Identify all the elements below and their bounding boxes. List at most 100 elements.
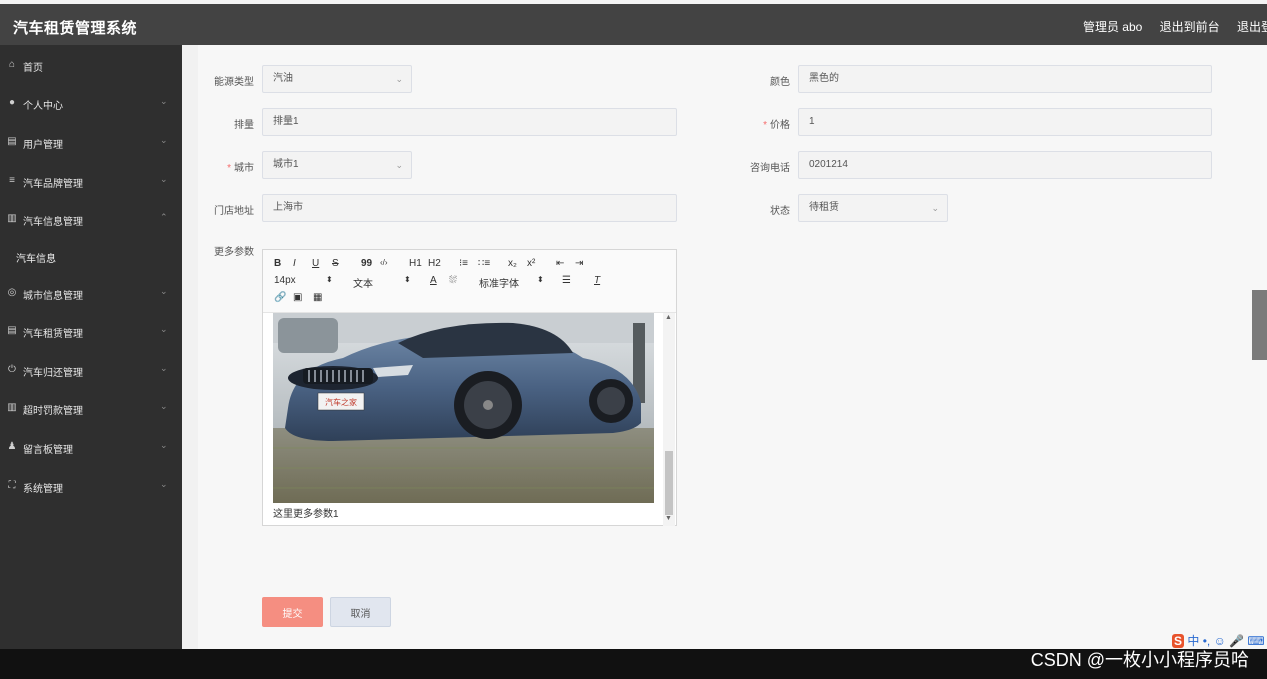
chevron-down-icon: ⌄ [931, 203, 939, 213]
sidebar-item-city[interactable]: ◎ 城市信息管理 ⌄ [0, 286, 182, 317]
chevron-down-icon: ⌄ [160, 135, 168, 145]
color-field[interactable]: 黑色的 [798, 65, 1212, 93]
city-label: * 城市 [227, 163, 254, 174]
energy-type-select[interactable]: 汽油 ⌄ [262, 65, 412, 93]
user-icon: ● [8, 97, 16, 108]
status-label: 状态 [770, 206, 790, 217]
car-image: 汽车之家 [273, 313, 654, 503]
app-header: 汽车租赁管理系统 管理员 abo 退出到前台 退出登录 [0, 4, 1267, 45]
power-icon: ⏻ [8, 364, 16, 375]
editor-toolbar: B I U S 99 ‹/› H1 H2 ⁝≡ ∷≡ x₂ x² ⇤ ⇥ 14p… [263, 250, 676, 312]
align-icon[interactable]: ☰ [562, 275, 571, 286]
address-label: 门店地址 [214, 206, 254, 217]
underline-button[interactable]: U [312, 258, 319, 269]
logout-link[interactable]: 退出登录 [1237, 18, 1267, 35]
sidebar-item-rental[interactable]: ▤ 汽车租赁管理 ⌄ [0, 324, 182, 355]
outdent-icon[interactable]: ⇤ [556, 258, 564, 269]
bullet-list-icon[interactable]: ∷≡ [478, 258, 490, 269]
price-field[interactable]: 1 [798, 108, 1212, 136]
scrollbar-thumb[interactable] [665, 451, 673, 515]
superscript-button[interactable]: x² [527, 258, 535, 269]
clear-format-icon[interactable]: T [594, 275, 600, 286]
italic-button[interactable]: I [293, 258, 296, 269]
app-title: 汽车租赁管理系统 [13, 20, 138, 37]
sidebar-item-personal[interactable]: ● 个人中心 ⌄ [0, 96, 182, 127]
sidebar-item-brand[interactable]: ≡ 汽车品牌管理 ⌄ [0, 174, 182, 205]
image-icon[interactable]: ▣ [293, 292, 302, 303]
more-params-label: 更多参数 [214, 247, 254, 258]
background-color-icon[interactable]: ⛆ [449, 275, 457, 286]
status-select[interactable]: 待租赁 ⌄ [798, 194, 948, 222]
layers-icon: ≡ [9, 175, 15, 186]
blockquote-button[interactable]: 99 [361, 258, 372, 269]
font-family-select[interactable]: 标准字体 [479, 275, 519, 290]
bars-icon: ▥ [7, 402, 17, 413]
displacement-field[interactable]: 排量1 [262, 108, 677, 136]
strike-button[interactable]: S [332, 258, 339, 269]
h1-button[interactable]: H1 [409, 258, 422, 269]
sidebar-item-return[interactable]: ⏻ 汽车归还管理 ⌄ [0, 363, 182, 394]
rich-text-editor[interactable]: B I U S 99 ‹/› H1 H2 ⁝≡ ∷≡ x₂ x² ⇤ ⇥ 14p… [262, 249, 677, 526]
admin-user-link[interactable]: 管理员 abo [1083, 20, 1142, 34]
sidebar-item-home[interactable]: ⌂ 首页 [0, 59, 182, 89]
editor-text[interactable]: 这里更多参数1 [273, 505, 339, 520]
video-icon[interactable]: ▦ [313, 292, 322, 303]
chevron-down-icon: ⌄ [160, 401, 168, 411]
chevron-down-icon: ⌄ [160, 96, 168, 106]
city-select[interactable]: 城市1 ⌄ [262, 151, 412, 179]
sidebar-item-system[interactable]: ⛶ 系统管理 ⌄ [0, 479, 182, 510]
select-arrow-icon: ⬍ [326, 275, 333, 284]
exit-to-front-link[interactable]: 退出到前台 [1160, 20, 1220, 34]
chevron-down-icon: ⌄ [160, 286, 168, 296]
chevron-down-icon: ⌄ [160, 363, 168, 373]
bar-chart-icon: ▥ [7, 213, 17, 224]
select-arrow-icon: ⬍ [404, 275, 411, 284]
editor-content[interactable]: 汽车之家 这里更多参数1 ▲ ▼ [263, 312, 676, 526]
chevron-down-icon: ⌄ [160, 440, 168, 450]
chevron-down-icon: ⌄ [160, 174, 168, 184]
sidebar-item-users[interactable]: ▤ 用户管理 ⌄ [0, 135, 182, 166]
submenu-item-car-info[interactable]: 汽车信息 [16, 250, 56, 265]
price-label: * 价格 [763, 120, 790, 131]
phone-field[interactable]: 0201214 [798, 151, 1212, 179]
indent-icon[interactable]: ⇥ [575, 258, 583, 269]
cancel-button[interactable]: 取消 [330, 597, 391, 627]
editor-scrollbar[interactable]: ▲ ▼ [663, 313, 675, 526]
code-button[interactable]: ‹/› [380, 258, 388, 267]
scroll-down-icon[interactable]: ▼ [665, 515, 672, 522]
font-size-select[interactable]: 14px [274, 275, 296, 286]
chevron-down-icon: ⌄ [160, 324, 168, 334]
sidebar-item-car-info[interactable]: ▥ 汽车信息管理 ⌃ [0, 212, 182, 243]
h2-button[interactable]: H2 [428, 258, 441, 269]
link-icon[interactable]: 🔗 [274, 292, 286, 303]
energy-type-label: 能源类型 [214, 77, 254, 88]
address-field[interactable]: 上海市 [262, 194, 677, 222]
user-group-icon: ♟ [7, 441, 17, 452]
sidebar: ⌂ 首页 ● 个人中心 ⌄ ▤ 用户管理 ⌄ ≡ 汽车品牌管理 ⌄ ▥ 汽车信息… [0, 45, 182, 649]
subscript-button[interactable]: x₂ [508, 258, 517, 269]
compass-icon: ◎ [7, 287, 17, 298]
header-links: 管理员 abo 退出到前台 退出登录 [1069, 18, 1267, 35]
home-icon: ⌂ [8, 59, 16, 70]
sidebar-item-fine[interactable]: ▥ 超时罚款管理 ⌄ [0, 401, 182, 432]
font-color-icon[interactable]: A [430, 275, 437, 286]
required-mark: * [763, 120, 767, 131]
select-arrow-icon: ⬍ [537, 275, 544, 284]
bold-button[interactable]: B [274, 258, 281, 269]
text-style-select[interactable]: 文本 [353, 275, 373, 290]
submit-button[interactable]: 提交 [262, 597, 323, 627]
plate-badge: 汽车之家 [325, 397, 357, 407]
document-icon: ▤ [7, 325, 17, 336]
watermark: CSDN @一枚小小程序员哈 [1030, 650, 1249, 670]
side-scroll-tab[interactable] [1252, 290, 1267, 360]
frame-icon: ⛶ [8, 480, 16, 491]
chevron-up-icon: ⌃ [160, 212, 168, 222]
clipboard-icon: ▤ [7, 136, 17, 147]
chevron-down-icon: ⌄ [160, 479, 168, 489]
displacement-label: 排量 [234, 120, 254, 131]
required-mark: * [227, 163, 231, 174]
ordered-list-icon[interactable]: ⁝≡ [459, 258, 468, 269]
chevron-down-icon: ⌄ [395, 160, 403, 170]
sidebar-item-message[interactable]: ♟ 留言板管理 ⌄ [0, 440, 182, 471]
scroll-up-icon[interactable]: ▲ [665, 314, 672, 321]
